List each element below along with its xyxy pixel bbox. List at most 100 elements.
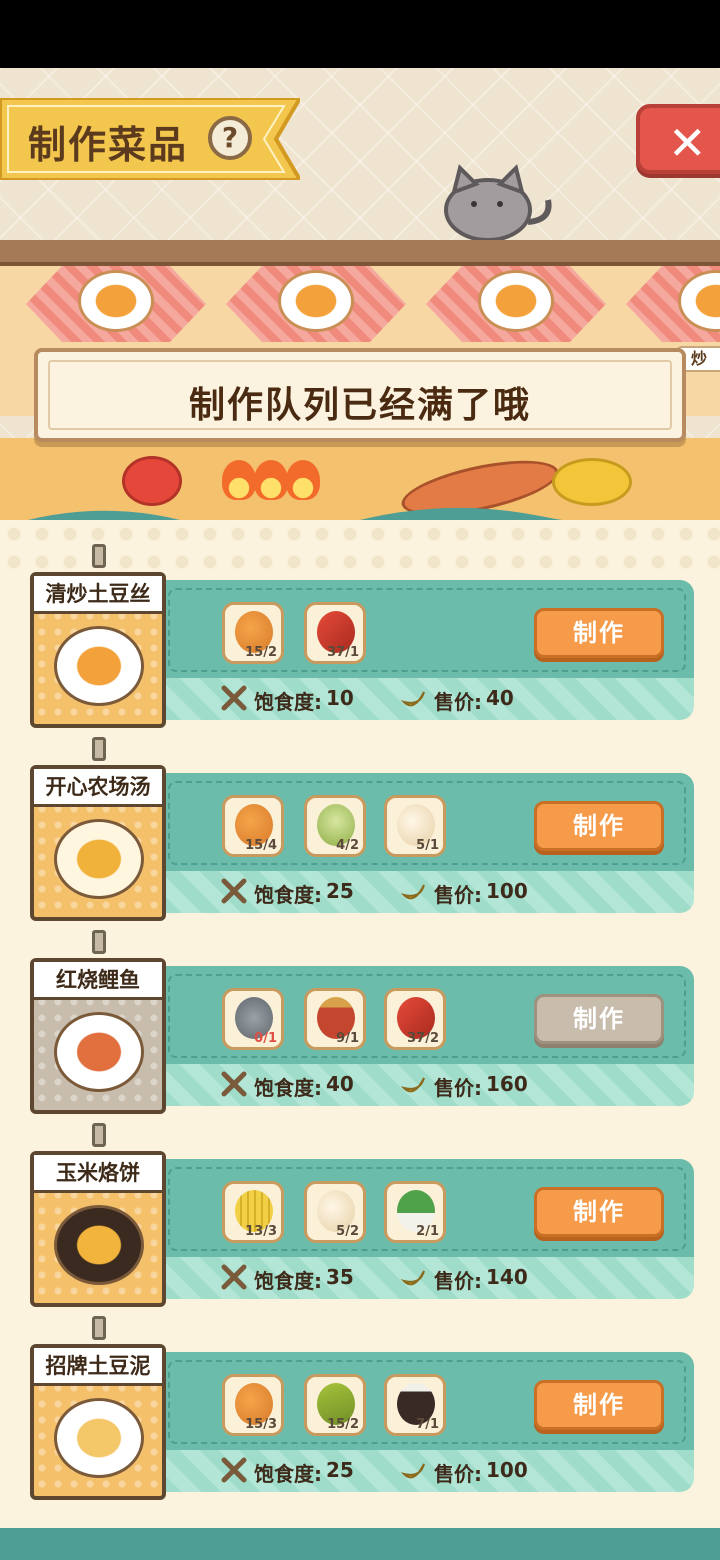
fire-icon xyxy=(286,460,320,500)
potato-dish-icon xyxy=(478,270,554,332)
recipe-card: 15/3 15/2 7/1 制作 饱食度: 25 售价: 100 xyxy=(162,1352,694,1492)
ingredient-slot[interactable]: 9/1 xyxy=(304,988,366,1050)
price-label: 售价: xyxy=(434,690,482,714)
fork-knife-icon xyxy=(221,685,247,711)
recipe-row: 15/4 4/2 5/1 制作 饱食度: 25 售价: 100 开心农场汤 xyxy=(30,737,696,925)
fire-icon xyxy=(222,460,256,500)
tag-clip-icon xyxy=(92,930,106,954)
dish-thumbnail[interactable]: 玉米烙饼 xyxy=(30,1151,166,1307)
dish-name: 清炒土豆丝 xyxy=(34,576,162,614)
make-button[interactable]: 制作 xyxy=(534,1380,664,1430)
ingredient-count: 9/1 xyxy=(336,1031,359,1046)
banana-icon xyxy=(400,1270,425,1286)
make-button[interactable]: 制作 xyxy=(534,994,664,1044)
recipe-row: 0/1 9/1 37/2 制作 饱食度: 40 售价: 160 红烧鲤鱼 xyxy=(30,930,696,1118)
ingredient-slot[interactable]: 15/4 xyxy=(222,795,284,857)
make-button[interactable]: 制作 xyxy=(534,1187,664,1237)
banana-icon xyxy=(400,1077,425,1093)
fork-knife-icon xyxy=(221,1264,247,1290)
tag-clip-icon xyxy=(92,544,106,568)
ingredient-slot[interactable]: 15/2 xyxy=(222,602,284,664)
status-bar xyxy=(0,0,720,68)
queue-full-toast: 制作队列已经满了哦 xyxy=(34,348,686,442)
price-label: 售价: xyxy=(434,883,482,907)
ingredient-slot[interactable]: 37/2 xyxy=(384,988,446,1050)
satiety-value: 40 xyxy=(326,1072,354,1096)
fire-icon xyxy=(254,460,288,500)
recipe-row: 15/2 37/1 制作 饱食度: 10 售价: 40 清炒土豆丝 xyxy=(30,544,696,732)
ingredient-count: 5/1 xyxy=(416,838,439,853)
ingredient-count: 15/3 xyxy=(245,1417,277,1432)
dish-icon xyxy=(54,626,144,706)
tag-clip-icon xyxy=(92,737,106,761)
price-label: 售价: xyxy=(434,1462,482,1486)
recipe-row: 15/3 15/2 7/1 制作 饱食度: 25 售价: 100 招牌土豆泥 xyxy=(30,1316,696,1504)
dish-icon xyxy=(54,819,144,899)
ingredient-count: 7/1 xyxy=(416,1417,439,1432)
dish-icon xyxy=(54,1205,144,1285)
page-title: 制作菜品 xyxy=(28,123,189,167)
fork-knife-icon xyxy=(221,1457,247,1483)
satiety-label: 饱食度: xyxy=(254,1269,322,1293)
recipe-card: 0/1 9/1 37/2 制作 饱食度: 40 售价: 160 xyxy=(162,966,694,1106)
satiety-label: 饱食度: xyxy=(254,883,322,907)
ingredient-slot[interactable]: 5/2 xyxy=(304,1181,366,1243)
satiety-value: 25 xyxy=(326,1458,354,1482)
price-value: 40 xyxy=(486,686,514,710)
make-button[interactable]: 制作 xyxy=(534,608,664,658)
ingredient-slot[interactable]: 15/2 xyxy=(304,1374,366,1436)
recipe-card: 13/3 5/2 2/1 制作 饱食度: 35 售价: 140 xyxy=(162,1159,694,1299)
recipe-row: 13/3 5/2 2/1 制作 饱食度: 35 售价: 140 玉米烙饼 xyxy=(30,1123,696,1311)
satiety-value: 10 xyxy=(326,686,354,710)
price-value: 100 xyxy=(486,1458,528,1482)
banana-icon xyxy=(400,1463,425,1479)
ingredient-slot[interactable]: 13/3 xyxy=(222,1181,284,1243)
dish-name: 玉米烙饼 xyxy=(34,1155,162,1193)
dish-thumbnail[interactable]: 清炒土豆丝 xyxy=(30,572,166,728)
ingredient-slot[interactable]: 15/3 xyxy=(222,1374,284,1436)
dish-icon xyxy=(54,1012,144,1092)
dish-name: 招牌土豆泥 xyxy=(34,1348,162,1386)
dish-name: 红烧鲤鱼 xyxy=(34,962,162,1000)
toast-message: 制作队列已经满了哦 xyxy=(188,385,531,426)
fork-knife-icon xyxy=(221,878,247,904)
price-value: 160 xyxy=(486,1072,528,1096)
satiety-value: 35 xyxy=(326,1265,354,1289)
ingredient-slot[interactable]: 2/1 xyxy=(384,1181,446,1243)
dish-icon xyxy=(54,1398,144,1478)
dish-thumbnail[interactable]: 红烧鲤鱼 xyxy=(30,958,166,1114)
dish-name: 开心农场汤 xyxy=(34,769,162,807)
ingredient-count: 13/3 xyxy=(245,1224,277,1239)
shelf xyxy=(0,240,720,266)
queue-slot xyxy=(226,266,406,346)
queue-slot xyxy=(26,266,206,346)
dish-thumbnail[interactable]: 招牌土豆泥 xyxy=(30,1344,166,1500)
ingredient-count: 2/1 xyxy=(416,1224,439,1239)
ingredient-slot[interactable]: 5/1 xyxy=(384,795,446,857)
ingredient-count: 15/2 xyxy=(245,645,277,660)
kitchen-scene: 制作菜品 ? ✕ 炒 制作队列已经满了哦 xyxy=(0,68,720,538)
make-button[interactable]: 制作 xyxy=(534,801,664,851)
recipe-card: 15/2 37/1 制作 饱食度: 10 售价: 40 xyxy=(162,580,694,720)
banana-icon xyxy=(400,691,425,707)
banana-icon xyxy=(400,884,425,900)
satiety-value: 25 xyxy=(326,879,354,903)
ingredient-slot[interactable]: 37/1 xyxy=(304,602,366,664)
close-button[interactable]: ✕ xyxy=(636,104,720,174)
close-icon: ✕ xyxy=(668,116,707,170)
ingredient-count: 37/1 xyxy=(327,645,359,660)
dish-thumbnail[interactable]: 开心农场汤 xyxy=(30,765,166,921)
potato-dish-icon xyxy=(278,270,354,332)
tag-clip-icon xyxy=(92,1316,106,1340)
ingredient-count: 5/2 xyxy=(336,1224,359,1239)
ingredient-slot[interactable]: 7/1 xyxy=(384,1374,446,1436)
ingredient-count: 15/4 xyxy=(245,838,277,853)
ingredient-slot[interactable]: 0/1 xyxy=(222,988,284,1050)
ingredient-count: 37/2 xyxy=(407,1031,439,1046)
potato-dish-icon xyxy=(78,270,154,332)
recipe-card: 15/4 4/2 5/1 制作 饱食度: 25 售价: 100 xyxy=(162,773,694,913)
ingredient-slot[interactable]: 4/2 xyxy=(304,795,366,857)
ingredient-count: 4/2 xyxy=(336,838,359,853)
help-button[interactable]: ? xyxy=(208,116,252,160)
cat-icon xyxy=(444,164,552,242)
